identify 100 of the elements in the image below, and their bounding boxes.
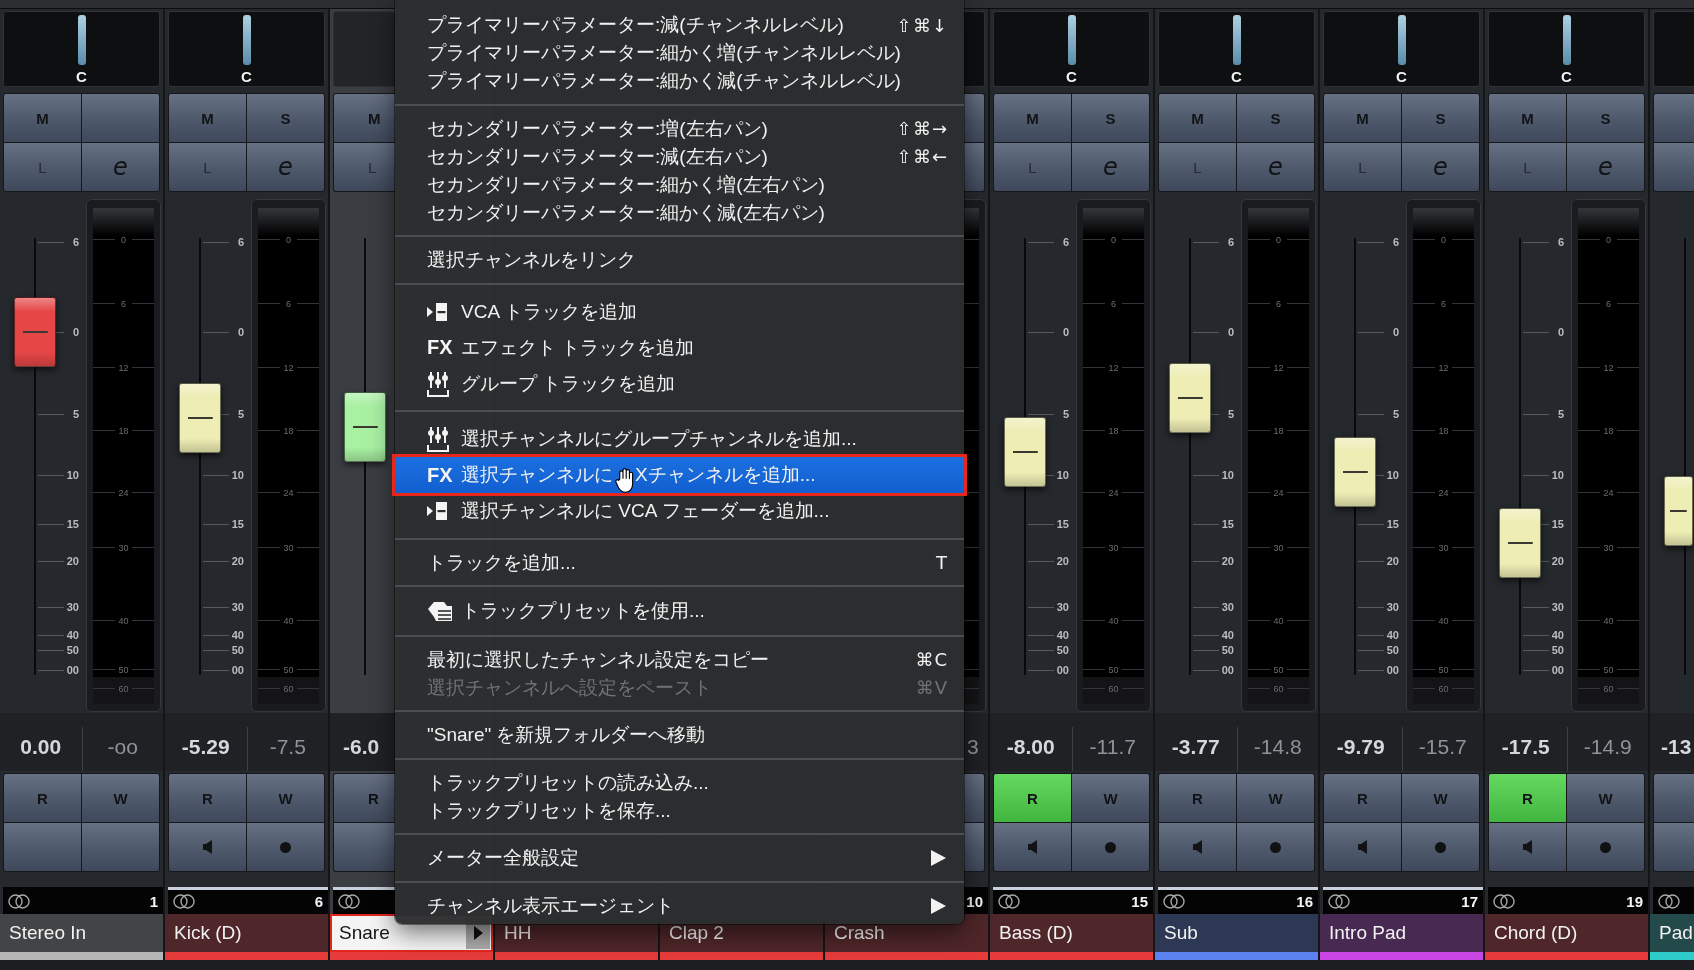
pan-display[interactable]: C [1488, 11, 1645, 87]
pan-indicator [1067, 15, 1076, 65]
name-panel[interactable]: Sub [1155, 914, 1318, 952]
fader-handle[interactable] [1169, 362, 1211, 433]
meter-scale-label: 24 [118, 487, 129, 498]
read-button[interactable]: R [1489, 774, 1566, 822]
meter-scale-label: 18 [1603, 425, 1614, 436]
scale-label: 10 [66, 469, 79, 481]
menu-item[interactable]: プライマリーパラメーター:細かく増(チャンネルレベル) [395, 39, 964, 67]
scale-label: 15 [1551, 518, 1564, 530]
record-icon [1600, 841, 1611, 853]
fader-handle[interactable] [1334, 436, 1376, 507]
read-button[interactable]: R [994, 774, 1071, 822]
record-button[interactable] [1072, 823, 1149, 871]
fader-handle[interactable] [344, 391, 386, 462]
pan-display[interactable]: C [993, 11, 1150, 87]
scale-label: 6 [237, 236, 244, 248]
link-icon [1658, 894, 1680, 909]
menu-item[interactable]: FX 選択チャンネルに Xチャンネルを追加... [395, 457, 964, 493]
menu-item[interactable]: トラックプリセットの読み込み... [395, 768, 964, 797]
menu-item[interactable]: メーター全般設定 [395, 844, 964, 872]
monitor-button[interactable] [1489, 823, 1566, 871]
link-icon [1493, 894, 1515, 909]
menu-item[interactable]: セカンダリーパラメーター:細かく増(左右パン) [395, 170, 964, 199]
meter-scale-label: 60 [283, 683, 294, 694]
name-panel[interactable]: Pad [1650, 914, 1694, 952]
pan-display[interactable]: C [1323, 11, 1480, 87]
pan-indicator [242, 15, 251, 65]
menu-item[interactable]: プライマリーパラメーター:減(チャンネルレベル) ⇧⌘↓ [395, 11, 964, 39]
peak-value: -7.5 [269, 735, 306, 759]
meter-scale-label: 18 [1438, 425, 1449, 436]
meter-scale-label: 12 [1273, 362, 1284, 373]
menu-item[interactable]: プライマリーパラメーター:細かく減(チャンネルレベル) [395, 67, 964, 95]
menu-item[interactable]: 選択チャンネルにグループチャンネルを追加... [395, 421, 964, 457]
scale-label: 0 [1557, 326, 1564, 338]
scale-label: 10 [1056, 469, 1069, 481]
meter-scale-label: 0 [1111, 234, 1116, 245]
meter-scale-label: 60 [1438, 683, 1449, 694]
fader-handle[interactable] [14, 296, 56, 367]
name-panel[interactable]: Intro Pad [1320, 914, 1483, 952]
meter-scale-label: 60 [1273, 683, 1284, 694]
scale-label: 0 [1062, 326, 1069, 338]
meter-scale-label: 24 [283, 487, 294, 498]
meter-scale-label: 6 [1276, 298, 1281, 309]
volume-value: -5.29 [181, 735, 230, 759]
record-button[interactable] [247, 823, 324, 871]
name-panel[interactable]: Kick (D) [165, 914, 328, 952]
record-button[interactable] [1237, 823, 1314, 871]
menu-item[interactable]: セカンダリーパラメーター:増(左右パン) ⇧⌘→ [395, 114, 964, 143]
link-icon [173, 894, 195, 909]
meter-scale-label: 24 [1108, 487, 1119, 498]
menu-item[interactable]: グループ トラックを追加 [395, 365, 964, 402]
record-button[interactable] [1567, 823, 1644, 871]
menu-item[interactable]: トラックプリセットを使用... [395, 596, 964, 626]
peak-value: -14.9 [1583, 735, 1632, 759]
meter-scale-label: 18 [1273, 425, 1284, 436]
fader-handle[interactable] [1664, 475, 1693, 546]
fader-handle[interactable] [1004, 417, 1046, 487]
menu-item[interactable]: "Snare" を新規フォルダーへ移動 [395, 721, 964, 749]
meter-scale-label: 50 [1603, 664, 1614, 675]
hand-cursor-icon [613, 468, 635, 493]
record-button[interactable] [1402, 823, 1479, 871]
meter-scale-label: 24 [1438, 487, 1449, 498]
meter-scale-label: 30 [1273, 542, 1284, 553]
menu-item[interactable]: 選択チャンネルに VCA フェーダーを追加... [395, 493, 964, 529]
menu-item[interactable]: トラックを追加... T [395, 548, 964, 577]
meter-scale-label: 40 [1273, 615, 1284, 626]
scale-label: 10 [231, 469, 244, 481]
menu-item[interactable]: 選択チャンネルをリンク [395, 246, 964, 274]
monitor-button[interactable] [994, 823, 1071, 871]
scale-label: 20 [1551, 555, 1564, 567]
menu-item[interactable]: トラックプリセットを保存... [395, 796, 964, 825]
pan-display[interactable]: C [168, 11, 325, 87]
channel-button[interactable] [334, 823, 395, 871]
pan-display[interactable]: C [3, 11, 160, 87]
peak-value: -11.7 [1089, 735, 1136, 759]
name-panel[interactable]: Chord (D) [1485, 914, 1648, 952]
fader-handle[interactable] [179, 383, 221, 454]
name-panel[interactable]: Bass (D) [990, 914, 1153, 952]
name-panel[interactable]: Stereo In [0, 914, 163, 952]
meter-scale-label: 12 [283, 362, 294, 373]
scale-label: 6 [1062, 236, 1069, 248]
menu-item[interactable]: VCA トラックを追加 [395, 293, 964, 330]
meter-scale-label: 0 [1441, 234, 1446, 245]
scale-label: 00 [1386, 664, 1399, 676]
menu-item[interactable]: 最初に選択したチャンネル設定をコピー ⌘C [395, 645, 964, 674]
scale-label: 30 [1386, 601, 1399, 613]
fader-handle[interactable] [1499, 508, 1541, 579]
pan-display[interactable]: C [1158, 11, 1315, 87]
scale-label: 30 [231, 601, 244, 613]
scale-label: 50 [1386, 644, 1399, 656]
fx-label: FX [427, 336, 453, 359]
monitor-button[interactable] [169, 823, 246, 871]
menu-item[interactable]: セカンダリーパラメーター:減(左右パン) ⇧⌘← [395, 142, 964, 171]
menu-item[interactable]: FX エフェクト トラックを追加 [395, 329, 964, 366]
link-icon [338, 894, 360, 909]
meter-scale-label: 40 [1108, 615, 1119, 626]
peak-value: -14.8 [1253, 735, 1302, 759]
monitor-button[interactable] [1159, 823, 1236, 871]
monitor-button[interactable] [1324, 823, 1401, 871]
